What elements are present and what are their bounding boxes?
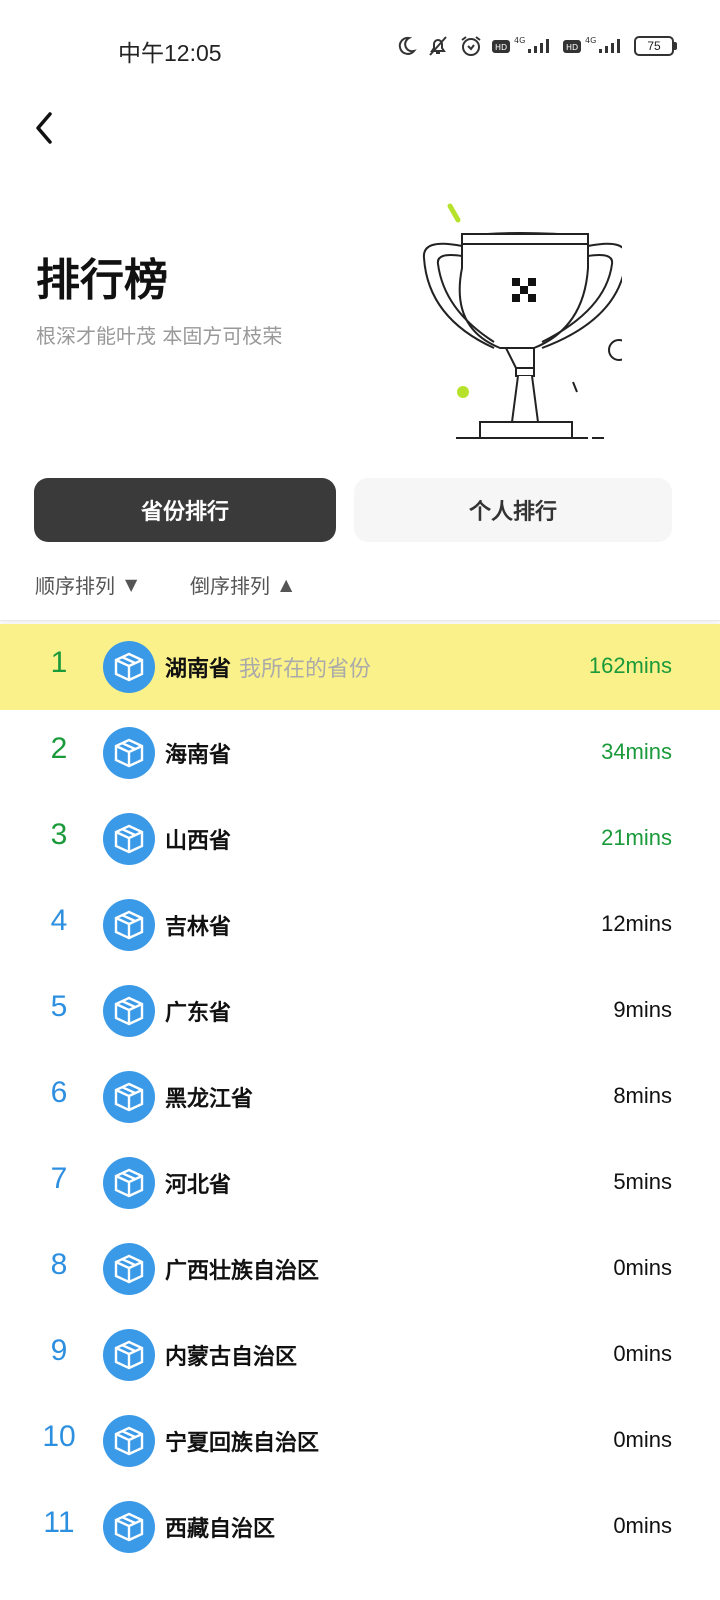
list-item[interactable]: 11 西藏自治区 0mins (0, 1484, 720, 1570)
duration-value: 9mins (613, 997, 672, 1022)
rank-number: 9 (50, 1334, 68, 1367)
duration-value: 5mins (613, 1169, 672, 1194)
province-name: 河北省 (165, 1173, 232, 1198)
cube-icon (103, 641, 155, 693)
cube-icon (103, 813, 155, 865)
province-name: 山西省 (165, 829, 232, 854)
duration-value: 0mins (613, 1427, 672, 1452)
rank-number: 10 (42, 1420, 76, 1453)
sort-bar: 顺序排列 ▼ 倒序排列 ▲ (0, 548, 720, 621)
svg-text:4G: 4G (585, 36, 596, 45)
cube-icon (103, 727, 155, 779)
list-item[interactable]: 9 内蒙古自治区 0mins (0, 1312, 720, 1398)
rank-number: 1 (50, 646, 68, 679)
page-title: 排行榜 (36, 255, 168, 306)
tab-province-ranking[interactable]: 省份排行 (34, 478, 336, 542)
rank-number: 7 (50, 1162, 68, 1195)
ranking-tabs: 省份排行 个人排行 (34, 478, 674, 542)
status-icons: HD 4G HD 4G 75 (395, 34, 677, 58)
duration-value: 162mins (588, 653, 672, 678)
list-item[interactable]: 4 吉林省 12mins (0, 882, 720, 968)
tab-personal-ranking[interactable]: 个人排行 (354, 478, 672, 542)
sort-descending-button[interactable]: 倒序排列 ▲ (190, 570, 292, 599)
rank-number: 5 (50, 990, 68, 1023)
province-name: 湖南省 我所在的省份 (165, 651, 371, 683)
list-item[interactable]: 1 湖南省 我所在的省份 162mins (0, 624, 720, 710)
alarm-icon (461, 36, 481, 56)
rank-number: 3 (50, 818, 68, 851)
cube-icon (103, 1157, 155, 1209)
duration-value: 8mins (613, 1083, 672, 1108)
status-bar: 中午12:05 HD 4G HD 4G 75 (0, 0, 720, 100)
list-item[interactable]: 7 河北省 5mins (0, 1140, 720, 1226)
rank-number: 8 (50, 1248, 68, 1281)
province-name: 内蒙古自治区 (165, 1345, 298, 1370)
list-item[interactable]: 6 黑龙江省 8mins (0, 1054, 720, 1140)
rank-number: 11 (43, 1506, 75, 1539)
province-name: 黑龙江省 (165, 1087, 254, 1112)
province-name: 广西壮族自治区 (165, 1259, 320, 1284)
svg-text:HD: HD (566, 43, 578, 52)
ranking-list: 1 湖南省 我所在的省份 162mins 2 海南省 34mins 3 山西省 2… (0, 624, 720, 1570)
duration-value: 21mins (601, 825, 672, 850)
list-item[interactable]: 5 广东省 9mins (0, 968, 720, 1054)
cube-icon (103, 1243, 155, 1295)
cube-icon (103, 1415, 155, 1467)
cube-icon (103, 985, 155, 1037)
list-item[interactable]: 2 海南省 34mins (0, 710, 720, 796)
trophy-illustration (422, 203, 622, 439)
cube-icon (103, 1329, 155, 1381)
triangle-up-icon: ▲ (280, 575, 293, 594)
svg-text:HD: HD (495, 43, 507, 52)
battery-icon: 75 (634, 36, 677, 56)
sort-ascending-button[interactable]: 顺序排列 ▼ (35, 570, 137, 599)
page-subtitle: 根深才能叶茂 本固方可枝荣 (36, 324, 283, 348)
chevron-left-icon (36, 112, 52, 144)
duration-value: 0mins (613, 1513, 672, 1538)
svg-text:4G: 4G (514, 36, 525, 45)
signal-hd-icon: HD 4G (492, 36, 549, 53)
triangle-down-icon: ▼ (125, 575, 138, 594)
duration-value: 0mins (613, 1255, 672, 1280)
moon-icon (398, 36, 417, 55)
province-name: 西藏自治区 (165, 1517, 276, 1542)
list-item[interactable]: 8 广西壮族自治区 0mins (0, 1226, 720, 1312)
list-item[interactable]: 10 宁夏回族自治区 0mins (0, 1398, 720, 1484)
province-name: 宁夏回族自治区 (165, 1431, 320, 1456)
province-name: 吉林省 (165, 915, 232, 940)
current-province-note: 我所在的省份 (239, 657, 372, 682)
rank-number: 2 (50, 732, 68, 765)
sort-descending-label: 倒序排列 (190, 574, 270, 598)
sort-ascending-label: 顺序排列 (35, 574, 115, 598)
cube-icon (103, 1071, 155, 1123)
duration-value: 0mins (613, 1341, 672, 1366)
cube-icon (103, 899, 155, 951)
duration-value: 12mins (601, 911, 672, 936)
bell-off-icon (429, 36, 447, 56)
province-name-text: 湖南省 (165, 657, 232, 682)
cube-icon (103, 1501, 155, 1553)
rank-number: 6 (50, 1076, 68, 1109)
duration-value: 34mins (601, 739, 672, 764)
back-button[interactable] (30, 110, 60, 146)
list-item[interactable]: 3 山西省 21mins (0, 796, 720, 882)
signal-hd-icon-2: HD 4G (563, 36, 620, 53)
province-name: 海南省 (165, 743, 232, 768)
province-name: 广东省 (165, 1001, 232, 1026)
status-time: 中午12:05 (118, 40, 222, 66)
rank-number: 4 (50, 904, 68, 937)
